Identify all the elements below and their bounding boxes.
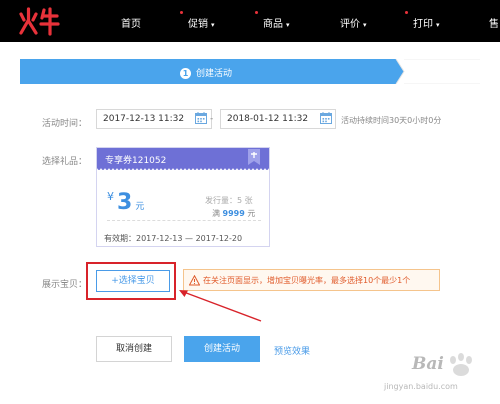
step-number: 1 <box>180 68 191 79</box>
end-time-field[interactable]: 2018-01-12 11:32 <box>220 109 336 129</box>
coupon-threshold-amount: 9999 <box>222 209 245 218</box>
coupon-currency: ¥ <box>107 190 114 203</box>
chevron-down-icon: ▾ <box>436 21 440 29</box>
watermark-url: jingyan.baidu.com <box>384 382 458 391</box>
calendar-icon[interactable] <box>195 112 207 124</box>
coupon-amount: ¥3 元 <box>107 190 144 215</box>
annotation-arrow <box>179 290 262 322</box>
display-items-label: 展示宝贝： <box>42 280 88 290</box>
activity-duration-text: 活动持续时间30天0小时0分 <box>341 116 442 125</box>
watermark-text: Bai <box>412 354 444 374</box>
select-item-button[interactable]: +选择宝贝 <box>96 270 170 292</box>
nav-item-aftersale[interactable]: 售 <box>489 15 499 30</box>
nav-item-print[interactable]: 打印 ▾ <box>413 15 440 30</box>
chevron-down-icon: ▾ <box>211 21 215 29</box>
coupon-header: 专享券121052 <box>97 148 269 168</box>
preview-link[interactable]: 预览效果 <box>274 344 310 357</box>
coupon-threshold: 满 9999 元 <box>212 209 256 218</box>
calendar-icon[interactable] <box>320 112 332 124</box>
coupon-scallop-edge <box>97 168 269 170</box>
step-current: 1 创建活动 <box>180 66 232 79</box>
coupon-amount-value: 3 <box>117 190 133 215</box>
coupon-name: 专享券121052 <box>105 156 167 166</box>
start-time-value: 2017-12-13 11:32 <box>103 114 185 124</box>
end-time-value: 2018-01-12 11:32 <box>227 114 309 124</box>
brand-logo[interactable] <box>18 6 60 36</box>
chevron-down-icon: ▾ <box>286 21 290 29</box>
coupon-issued-count: 发行量：5 张 <box>205 196 253 205</box>
coupon-divider <box>107 220 261 221</box>
chevron-down-icon: ▾ <box>363 21 367 29</box>
nav-item-home[interactable]: 首页 <box>121 15 141 30</box>
coupon-amount-unit: 元 <box>135 202 145 212</box>
step-label-text: 创建活动 <box>196 69 233 79</box>
nav-item-products[interactable]: 商品 ▾ <box>263 15 290 30</box>
create-activity-button[interactable]: 创建活动 <box>184 336 260 362</box>
cancel-create-button[interactable]: 取消创建 <box>96 336 172 362</box>
date-range-separator: - <box>210 114 214 124</box>
bookmark-icon <box>248 149 260 165</box>
nav-item-reviews[interactable]: 评价 ▾ <box>340 15 367 30</box>
nav-dot-promotion <box>180 11 183 14</box>
step-progress-bar <box>20 59 480 84</box>
select-gift-label: 选择礼品： <box>42 157 88 167</box>
nav-dot-print <box>405 11 408 14</box>
nav-dot-products <box>255 11 258 14</box>
coupon-validity: 有效期：2017-12-13 — 2017-12-20 <box>104 234 243 243</box>
activity-time-label: 活动时间： <box>42 119 88 129</box>
top-navigation-bar: 首页 促销 ▾ 商品 ▾ 评价 ▾ 打印 ▾ 售 <box>0 0 500 42</box>
nav-item-promotion[interactable]: 促销 ▾ <box>188 15 215 30</box>
